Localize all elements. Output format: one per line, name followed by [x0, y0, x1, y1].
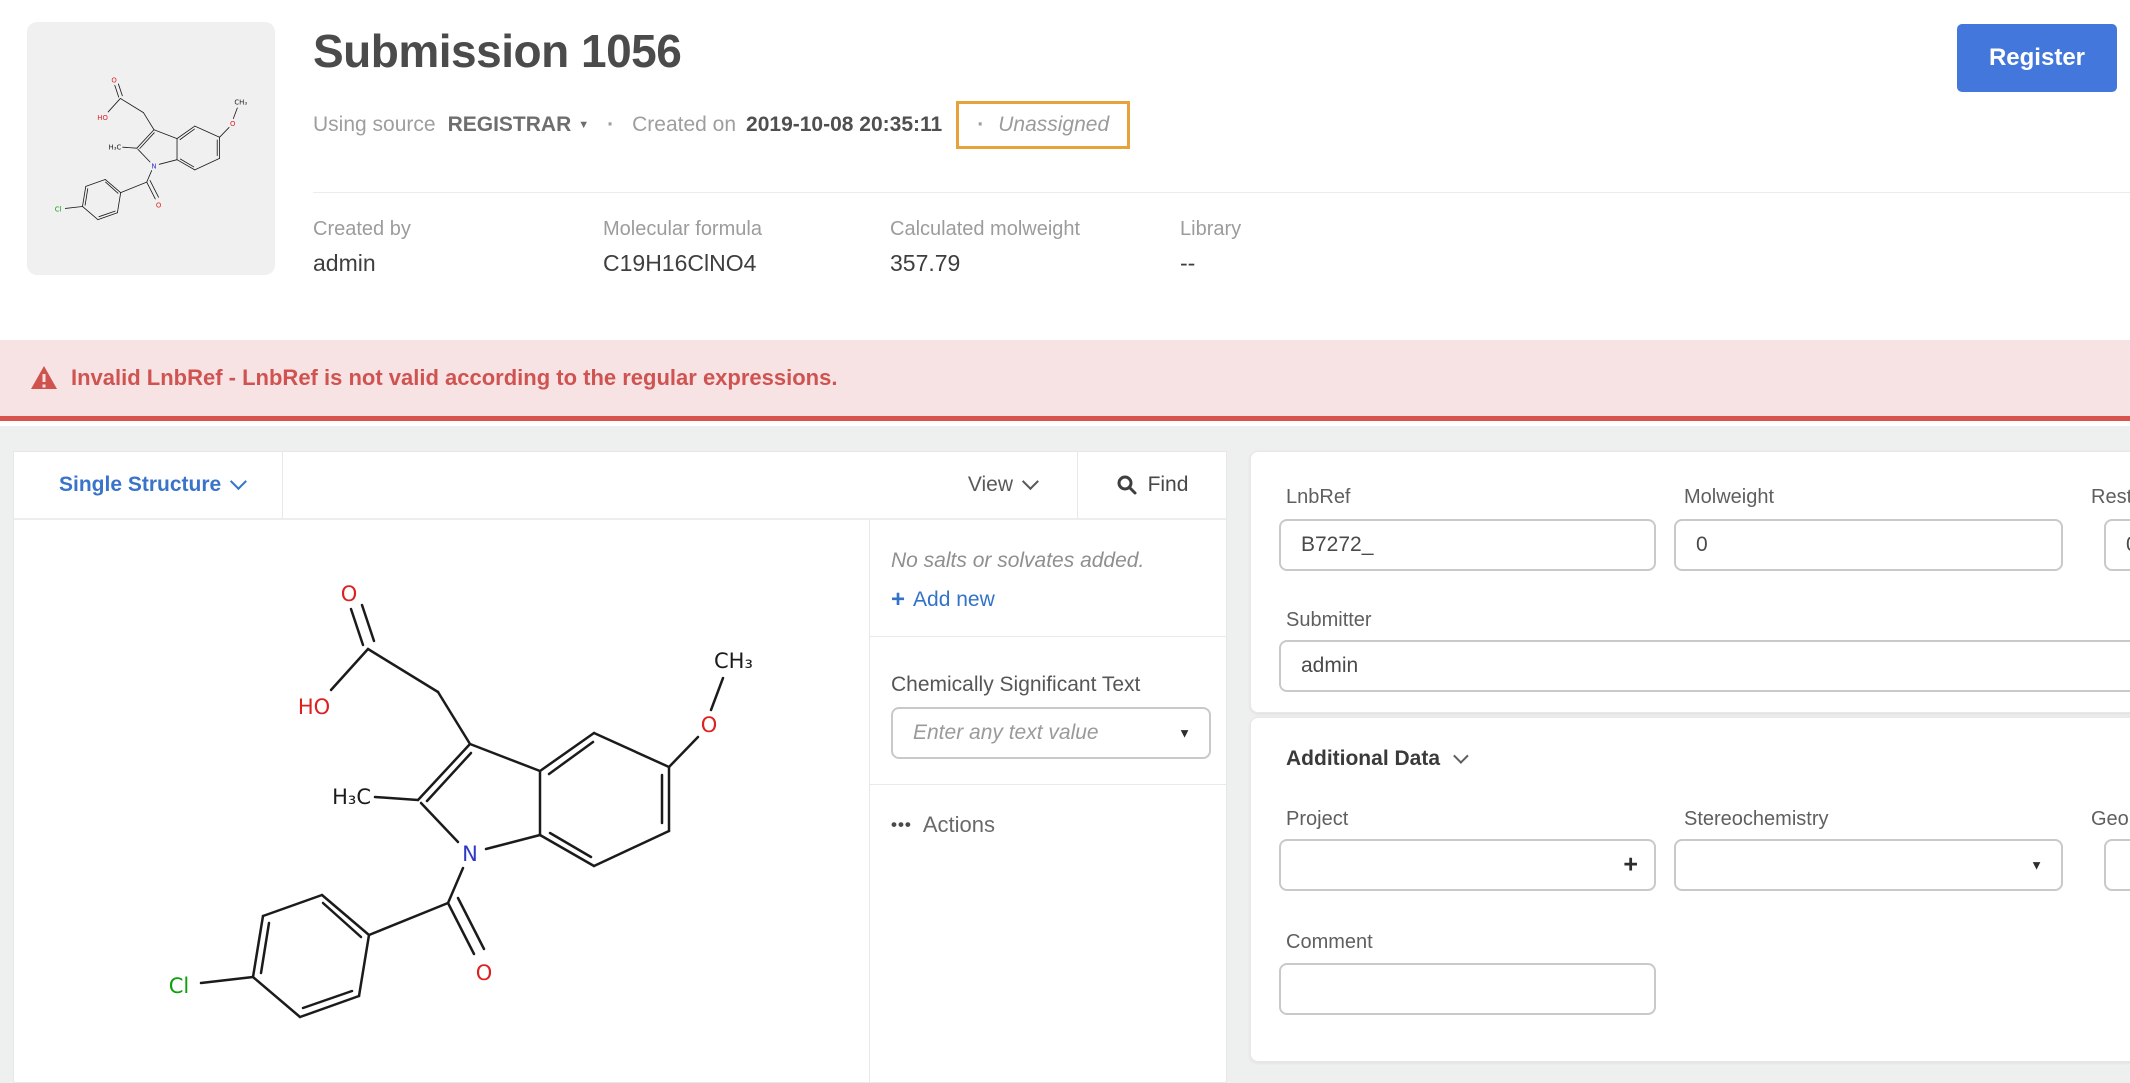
- submitter-label: Submitter: [1286, 609, 1372, 632]
- find-label: Find: [1148, 473, 1189, 497]
- form-card-additional: Additional Data Project + Stereochemistr…: [1250, 717, 2130, 1062]
- add-new-label: Add new: [913, 588, 995, 612]
- ellipsis-icon: •••: [891, 815, 912, 835]
- view-button[interactable]: View: [283, 452, 1077, 518]
- chevron-down-icon: [230, 473, 247, 490]
- structure-card: Single Structure View Find No salts or s…: [13, 451, 1227, 1083]
- page-title: Submission 1056: [313, 24, 681, 78]
- separator-dot: ·: [607, 113, 614, 137]
- header-divider: [313, 192, 2130, 193]
- additional-data-label: Additional Data: [1286, 747, 1440, 771]
- restriction-field: [2104, 519, 2130, 571]
- project-label: Project: [1286, 808, 1348, 831]
- register-button[interactable]: Register: [1957, 24, 2117, 92]
- lnbref-input[interactable]: [1281, 521, 1654, 569]
- molweight-input[interactable]: [1676, 521, 2061, 569]
- form-card-main: LnbRef Molweight Rest Submitter: [1250, 451, 2130, 713]
- meta-value: --: [1180, 250, 1241, 277]
- submitter-field: [1279, 640, 2130, 692]
- source-dropdown[interactable]: REGISTRAR: [448, 113, 572, 137]
- assignment-status-box: · Unassigned: [956, 101, 1130, 149]
- meta-library: Library --: [1180, 218, 1241, 277]
- meta-value: C19H16ClNO4: [603, 250, 762, 277]
- comment-input[interactable]: [1281, 965, 1654, 1013]
- status-badge: Unassigned: [998, 113, 1109, 137]
- project-field: +: [1279, 839, 1656, 891]
- geometry-input[interactable]: [2106, 841, 2130, 889]
- cst-label: Chemically Significant Text: [891, 673, 1140, 697]
- meta-label: Calculated molweight: [890, 218, 1080, 241]
- stereochemistry-input[interactable]: [1676, 841, 2061, 889]
- view-label: View: [968, 473, 1013, 497]
- warning-icon: [30, 365, 58, 391]
- geometry-field: [2104, 839, 2130, 891]
- lnbref-field: [1279, 519, 1656, 571]
- cst-field: ▼: [891, 707, 1211, 759]
- meta-label: Created by: [313, 218, 411, 241]
- search-icon: [1116, 474, 1138, 496]
- comment-field: [1279, 963, 1656, 1015]
- meta-created-by: Created by admin: [313, 218, 411, 277]
- meta-value: admin: [313, 250, 411, 277]
- comment-label: Comment: [1286, 931, 1373, 954]
- section-divider: [870, 784, 1226, 785]
- restriction-label: Rest: [2091, 486, 2130, 509]
- meta-label: Molecular formula: [603, 218, 762, 241]
- molweight-field: [1674, 519, 2063, 571]
- lnbref-label: LnbRef: [1286, 486, 1351, 509]
- caret-down-icon[interactable]: ▼: [578, 119, 589, 131]
- chevron-down-icon: [1022, 473, 1039, 490]
- structure-thumbnail: [27, 22, 275, 275]
- structure-mode-label: Single Structure: [59, 473, 221, 497]
- app-window: O HO O CH₃ H₃C N O Cl Submission 1056 Us…: [0, 0, 2130, 1083]
- meta-molecular-formula: Molecular formula C19H16ClNO4: [603, 218, 762, 277]
- using-source-label: Using source: [313, 113, 436, 137]
- additional-data-toggle[interactable]: Additional Data: [1286, 747, 1465, 771]
- submitter-input[interactable]: [1281, 642, 2130, 690]
- stereochemistry-field: ▼: [1674, 839, 2063, 891]
- separator-dot: ·: [977, 113, 984, 137]
- stereochemistry-label: Stereochemistry: [1684, 808, 1829, 831]
- section-divider: [870, 636, 1226, 637]
- add-project-icon[interactable]: +: [1623, 851, 1638, 880]
- project-input[interactable]: [1281, 841, 1654, 889]
- dropdown-caret-icon[interactable]: ▼: [2030, 858, 2043, 873]
- salts-empty-message: No salts or solvates added.: [891, 549, 1144, 573]
- error-message: Invalid LnbRef - LnbRef is not valid acc…: [71, 365, 837, 391]
- cst-input[interactable]: [893, 709, 1209, 757]
- geometry-label: Geom: [2091, 808, 2130, 831]
- restriction-input[interactable]: [2106, 521, 2130, 569]
- add-new-salt-button[interactable]: + Add new: [891, 586, 995, 614]
- dropdown-caret-icon[interactable]: ▼: [1178, 726, 1191, 741]
- molweight-label: Molweight: [1684, 486, 1774, 509]
- actions-button[interactable]: ••• Actions: [891, 812, 995, 838]
- created-on-value: 2019-10-08 20:35:11: [746, 113, 942, 137]
- header: Submission 1056 Using source REGISTRAR ▼…: [0, 0, 2130, 340]
- submission-subtitle: Using source REGISTRAR ▼ · Created on 20…: [313, 96, 1130, 154]
- structure-toolbar: Single Structure View Find: [14, 452, 1226, 520]
- structure-canvas[interactable]: [121, 546, 801, 1056]
- created-on-label: Created on: [632, 113, 736, 137]
- salts-column: No salts or solvates added. + Add new Ch…: [870, 520, 1226, 1082]
- actions-label: Actions: [923, 812, 995, 838]
- structure-mode-selector[interactable]: Single Structure: [14, 452, 283, 518]
- meta-value: 357.79: [890, 250, 1080, 277]
- meta-label: Library: [1180, 218, 1241, 241]
- structure-thumbnail-drawing: [39, 41, 263, 256]
- meta-calculated-molweight: Calculated molweight 357.79: [890, 218, 1080, 277]
- chevron-down-icon: [1453, 748, 1469, 764]
- plus-icon: +: [891, 586, 905, 614]
- error-banner: Invalid LnbRef - LnbRef is not valid acc…: [0, 340, 2130, 421]
- find-button[interactable]: Find: [1077, 452, 1226, 518]
